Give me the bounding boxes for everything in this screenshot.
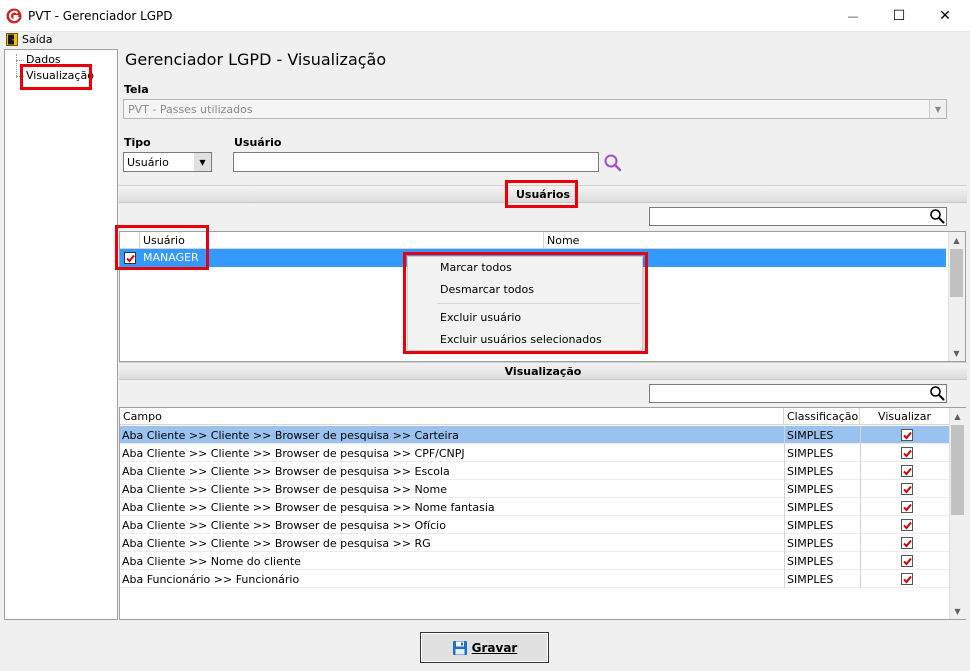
window-title: PVT - Gerenciador LGPD <box>28 9 173 23</box>
checkmark-icon <box>902 503 912 511</box>
classificacao-cell: SIMPLES <box>787 573 834 586</box>
checkmark-icon <box>902 557 912 565</box>
scroll-up-icon[interactable]: ▲ <box>949 409 966 423</box>
vis-column-visualizar[interactable]: Visualizar <box>860 408 949 425</box>
minimize-icon: — <box>847 9 859 23</box>
classificacao-cell: SIMPLES <box>787 537 834 550</box>
close-icon: ✕ <box>939 8 951 24</box>
annotation-highlight <box>403 252 648 354</box>
vis-column-classificacao[interactable]: Classificação <box>784 408 860 425</box>
users-column-nome[interactable]: Nome <box>544 232 946 249</box>
scroll-down-icon[interactable]: ▼ <box>948 346 965 360</box>
scroll-up-icon[interactable]: ▲ <box>948 233 965 247</box>
annotation-highlight <box>20 64 92 90</box>
checkmark-icon <box>902 485 912 493</box>
search-icon[interactable] <box>603 153 623 173</box>
usuario-label: Usuário <box>234 136 282 149</box>
chevron-down-icon[interactable]: ▼ <box>194 153 211 171</box>
tela-select[interactable]: PVT - Passes utilizados <box>123 99 947 119</box>
checkmark-icon <box>902 449 912 457</box>
classificacao-cell: SIMPLES <box>787 429 834 442</box>
navigation-tree <box>4 49 118 620</box>
visualizar-checkbox[interactable] <box>901 447 913 459</box>
checkmark-icon <box>902 575 912 583</box>
vis-column-campo[interactable]: Campo <box>120 408 784 425</box>
checkmark-icon <box>902 539 912 547</box>
app-logo-icon <box>6 8 22 24</box>
annotation-highlight <box>115 225 209 270</box>
classificacao-cell: SIMPLES <box>787 519 834 532</box>
campo-cell: Aba Cliente >> Cliente >> Browser de pes… <box>122 465 450 478</box>
column-divider <box>784 426 785 588</box>
close-button[interactable]: ✕ <box>922 0 968 32</box>
save-button-label: Gravar <box>471 640 518 655</box>
campo-cell: Aba Cliente >> Cliente >> Browser de pes… <box>122 447 465 460</box>
maximize-button[interactable]: ☐ <box>876 0 922 32</box>
annotation-highlight <box>505 180 578 208</box>
row-divider <box>120 587 949 588</box>
classificacao-cell: SIMPLES <box>787 555 834 568</box>
exit-door-icon[interactable] <box>6 33 18 46</box>
save-button[interactable]: Gravar <box>420 632 549 663</box>
campo-cell: Aba Cliente >> Cliente >> Browser de pes… <box>122 537 431 550</box>
campo-cell: Aba Cliente >> Cliente >> Browser de pes… <box>122 501 495 514</box>
classificacao-cell: SIMPLES <box>787 501 834 514</box>
campo-cell: Aba Cliente >> Cliente >> Browser de pes… <box>122 519 446 532</box>
scroll-thumb[interactable] <box>951 425 964 515</box>
tree-connector <box>16 60 24 61</box>
floppy-disk-icon <box>452 640 467 655</box>
visualizar-checkbox[interactable] <box>901 501 913 513</box>
tree-connector <box>16 54 17 78</box>
campo-cell: Aba Funcionário >> Funcionário <box>122 573 300 586</box>
campo-cell: Aba Cliente >> Nome do cliente <box>122 555 301 568</box>
checkmark-icon <box>902 521 912 529</box>
checkmark-icon <box>902 467 912 475</box>
visualizacao-section-header: Visualização <box>119 362 967 380</box>
menu-bar <box>0 32 970 48</box>
vis-filter-input[interactable] <box>649 384 947 403</box>
visualizar-checkbox[interactable] <box>901 519 913 531</box>
visualizar-checkbox[interactable] <box>901 555 913 567</box>
tela-label: Tela <box>124 83 149 96</box>
scroll-thumb[interactable] <box>950 249 963 297</box>
page-title: Gerenciador LGPD - Visualização <box>125 50 387 69</box>
users-filter-input[interactable] <box>649 207 947 226</box>
usuario-input[interactable] <box>233 152 599 172</box>
search-icon[interactable] <box>929 385 945 401</box>
classificacao-cell: SIMPLES <box>787 483 834 496</box>
chevron-down-icon[interactable]: ▼ <box>929 100 946 118</box>
search-icon[interactable] <box>929 208 945 224</box>
maximize-icon: ☐ <box>892 8 906 24</box>
visualizar-checkbox[interactable] <box>901 465 913 477</box>
visualizar-checkbox[interactable] <box>901 483 913 495</box>
classificacao-cell: SIMPLES <box>787 465 834 478</box>
column-divider <box>860 426 861 588</box>
campo-cell: Aba Cliente >> Cliente >> Browser de pes… <box>122 429 459 442</box>
scroll-down-icon[interactable]: ▼ <box>949 604 966 618</box>
campo-cell: Aba Cliente >> Cliente >> Browser de pes… <box>122 483 447 496</box>
visualizar-checkbox[interactable] <box>901 429 913 441</box>
menu-item-exit[interactable]: Saída <box>22 33 53 46</box>
minimize-button[interactable]: — <box>830 0 876 32</box>
classificacao-cell: SIMPLES <box>787 447 834 460</box>
checkmark-icon <box>902 431 912 439</box>
visualizar-checkbox[interactable] <box>901 573 913 585</box>
visualizar-checkbox[interactable] <box>901 537 913 549</box>
tipo-label: Tipo <box>124 136 151 149</box>
